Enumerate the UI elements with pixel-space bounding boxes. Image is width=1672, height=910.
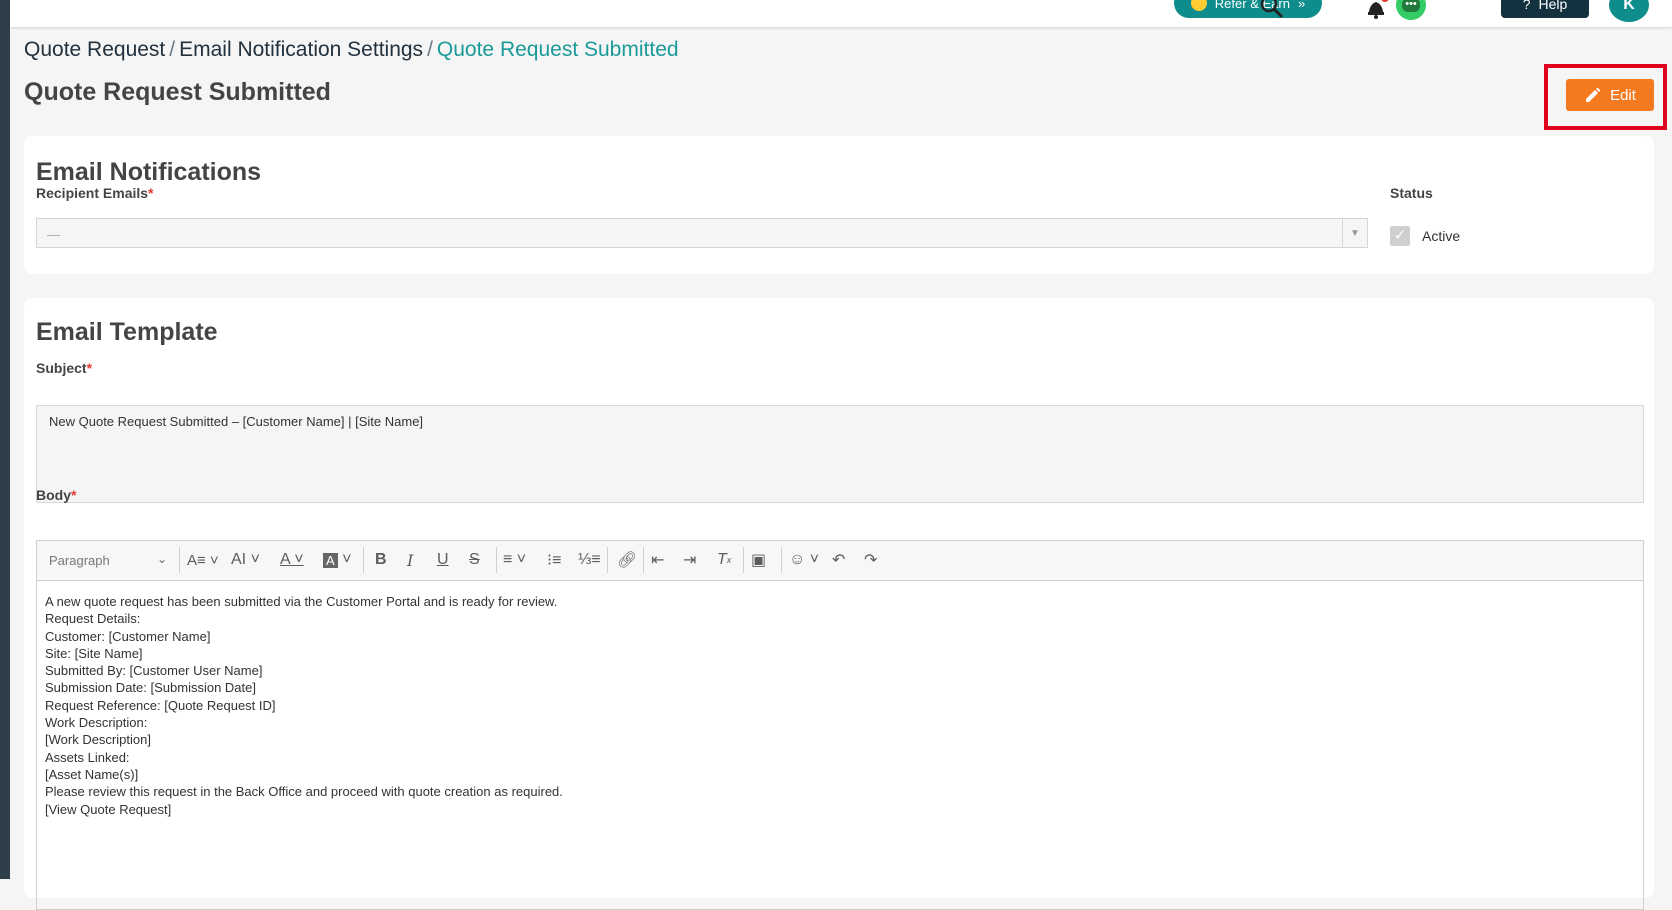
breadcrumb-item-email-notification-settings[interactable]: Email Notification Settings (179, 38, 423, 61)
body-line: Work Description: (45, 715, 148, 731)
paragraph-style-value: Paragraph (49, 553, 110, 568)
chevron-double-right-icon: » (1297, 0, 1306, 11)
breadcrumb-item-current: Quote Request Submitted (436, 38, 679, 61)
breadcrumb-item-quote-request[interactable]: Quote Request (24, 38, 165, 61)
align-icon[interactable]: ≡ ˅ (503, 548, 526, 572)
italic-icon[interactable]: I (407, 548, 413, 572)
body-line: Request Reference: [Quote Request ID] (45, 697, 276, 713)
caret-down-icon: ▼ (1342, 219, 1367, 247)
status-label: Status (1390, 185, 1433, 201)
email-template-title: Email Template (36, 318, 218, 346)
search-icon[interactable] (1259, 0, 1285, 20)
recipient-emails-label: Recipient Emails* (36, 185, 154, 201)
refer-earn-button[interactable]: Refer & Earn » (1174, 0, 1322, 18)
email-template-card: Email Template Subject* New Quote Reques… (24, 298, 1654, 910)
recipient-emails-select[interactable]: — ▼ (36, 218, 1368, 248)
font-size-icon[interactable]: AI ˅ (231, 548, 260, 572)
outdent-icon[interactable]: ⇤ (651, 548, 664, 572)
body-line: [View Quote Request] (45, 801, 172, 817)
breadcrumb-separator: / (427, 38, 433, 61)
strikethrough-icon[interactable]: S (469, 548, 480, 572)
email-notifications-card: Email Notifications Recipient Emails* — … (24, 136, 1654, 274)
emoji-icon[interactable]: ☺ ˅ (789, 548, 819, 572)
body-line: Site: [Site Name] (45, 645, 143, 661)
breadcrumb-separator: / (169, 38, 176, 61)
email-notifications-title: Email Notifications (36, 158, 262, 186)
underline-icon[interactable]: U (437, 548, 449, 572)
body-line: [Work Description] (45, 732, 151, 748)
toolbar-divider (743, 547, 744, 573)
editor-body-content[interactable]: A new quote request has been submitted v… (45, 593, 1545, 818)
body-line: Please review this request in the Back O… (45, 784, 563, 800)
bullet-list-icon[interactable]: ⁝≡ (547, 548, 561, 572)
body-line: Submission Date: [Submission Date] (45, 680, 256, 696)
toolbar-divider (496, 547, 497, 573)
body-line: Submitted By: [Customer User Name] (45, 663, 263, 679)
font-family-icon[interactable]: A≡ ˅ (187, 548, 219, 572)
page-title: Quote Request Submitted (24, 78, 331, 106)
pencil-icon (1586, 87, 1601, 102)
highlight-color-icon[interactable]: A ˅ (323, 548, 351, 572)
body-line: A new quote request has been submitted v… (45, 594, 558, 609)
indent-icon[interactable]: ⇥ (683, 548, 696, 572)
image-icon[interactable]: ▣ (751, 548, 766, 572)
toolbar-divider (643, 547, 644, 573)
question-icon: ? (1522, 0, 1531, 12)
toolbar-divider (607, 547, 608, 573)
status-active-label: Active (1422, 228, 1461, 244)
bell-icon[interactable] (1363, 0, 1389, 20)
body-label: Body* (36, 487, 77, 503)
font-color-icon[interactable]: A ˅ (280, 548, 304, 572)
paragraph-style-select[interactable]: Paragraph ⌄ (49, 552, 167, 568)
redo-icon[interactable]: ↷ (864, 548, 877, 572)
toolbar-divider (179, 547, 180, 573)
chevron-down-icon: ⌄ (156, 552, 167, 566)
avatar-initial: K (1623, 0, 1635, 13)
undo-icon[interactable]: ↶ (832, 548, 845, 572)
refer-icon (1190, 0, 1207, 11)
breadcrumb: Quote Request / Email Notification Setting… (24, 38, 679, 62)
recipient-emails-value: — (47, 227, 60, 242)
body-line: Request Details: (45, 611, 141, 627)
body-line: [Asset Name(s)] (45, 766, 139, 782)
subject-input[interactable]: New Quote Request Submitted – [Customer … (36, 405, 1644, 503)
left-sidebar-rail (0, 0, 10, 879)
body-line: Customer: [Customer Name] (45, 628, 211, 644)
toolbar-divider (363, 547, 364, 573)
link-icon[interactable]: 🔗︎ (617, 548, 637, 572)
toolbar-divider (781, 547, 782, 573)
status-active-checkbox[interactable]: ✓ (1390, 226, 1410, 246)
clear-format-icon[interactable]: Tx (717, 548, 731, 572)
numbered-list-icon[interactable]: ⅓≡ (578, 548, 601, 572)
edit-button[interactable]: Edit (1566, 79, 1654, 111)
subject-label: Subject* (36, 360, 93, 376)
help-label: Help (1538, 0, 1568, 12)
body-line: Assets Linked: (45, 749, 130, 765)
edit-label: Edit (1610, 86, 1636, 104)
help-button[interactable]: ? Help (1501, 0, 1589, 18)
body-rich-text-editor[interactable]: Paragraph ⌄ A≡ ˅ AI ˅ A ˅ A ˅ B I U S ≡ … (36, 540, 1644, 910)
editor-toolbar: Paragraph ⌄ A≡ ˅ AI ˅ A ˅ A ˅ B I U S ≡ … (37, 541, 1643, 581)
bold-icon[interactable]: B (375, 548, 387, 572)
